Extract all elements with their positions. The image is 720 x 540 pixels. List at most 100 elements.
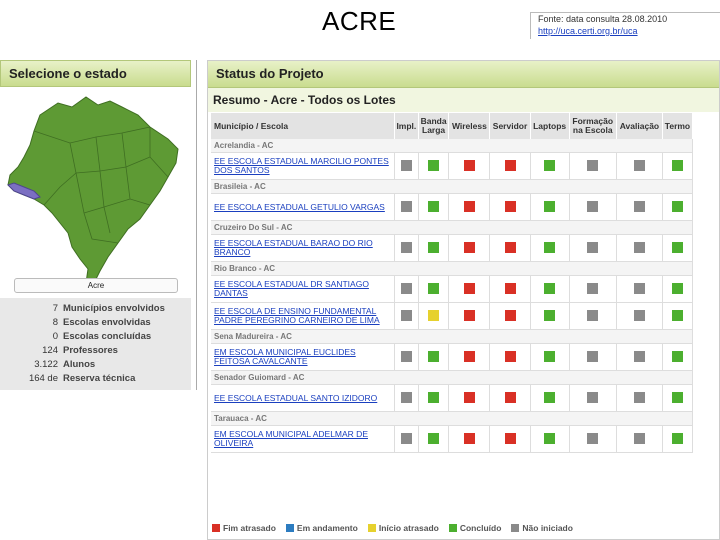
status-gray-indicator[interactable] <box>400 159 412 171</box>
status-gray-indicator[interactable] <box>400 309 412 321</box>
status-green-indicator[interactable] <box>544 309 556 321</box>
school-row: EE ESCOLA ESTADUAL DR SANTIAGO DANTAS <box>211 275 694 303</box>
status-gray-indicator[interactable] <box>633 159 645 171</box>
status-gray-indicator[interactable] <box>633 309 645 321</box>
legend-label: Início atrasado <box>378 523 439 533</box>
col-header-impl[interactable]: Impl. <box>394 113 419 139</box>
status-gray-indicator[interactable] <box>633 282 645 294</box>
status-gray-indicator[interactable] <box>587 432 599 444</box>
stat-label: Alunos <box>63 359 96 370</box>
status-green-indicator[interactable] <box>544 391 556 403</box>
slide-title: ACRE <box>322 6 397 36</box>
school-link[interactable]: EE ESCOLA ESTADUAL MARCILIO PONTES DOS S… <box>211 152 395 180</box>
status-red-indicator[interactable] <box>463 200 475 212</box>
status-gray-indicator[interactable] <box>587 200 599 212</box>
status-green-indicator[interactable] <box>428 159 440 171</box>
status-gray-indicator[interactable] <box>633 241 645 253</box>
stat-value: 0 <box>52 331 58 342</box>
status-gray-indicator[interactable] <box>400 241 412 253</box>
status-gray-indicator[interactable] <box>400 350 412 362</box>
status-green-indicator[interactable] <box>671 200 683 212</box>
school-link[interactable]: EE ESCOLA DE ENSINO FUNDAMENTAL PADRE PE… <box>211 302 395 330</box>
school-row: EE ESCOLA ESTADUAL SANTO IZIDORO <box>211 384 694 412</box>
status-green-indicator[interactable] <box>671 309 683 321</box>
status-green-indicator[interactable] <box>428 432 440 444</box>
source-link[interactable]: http://uca.certi.org.br/uca <box>538 25 720 37</box>
status-cell <box>489 152 531 180</box>
status-cell <box>418 425 450 453</box>
status-gray-indicator[interactable] <box>633 200 645 212</box>
brazil-map[interactable] <box>0 87 191 299</box>
status-green-indicator[interactable] <box>544 159 556 171</box>
status-gray-indicator[interactable] <box>587 391 599 403</box>
status-cell <box>662 234 694 262</box>
col-header-avaliacao[interactable]: Avaliação <box>616 113 663 139</box>
status-red-indicator[interactable] <box>463 309 475 321</box>
status-yellow-indicator[interactable] <box>428 309 440 321</box>
col-header-wireless[interactable]: Wireless <box>448 113 491 139</box>
status-red-indicator[interactable] <box>463 432 475 444</box>
status-legend: Fim atrasado Em andamento Início atrasado C… <box>212 523 573 533</box>
status-gray-indicator[interactable] <box>400 432 412 444</box>
status-red-indicator[interactable] <box>504 282 516 294</box>
col-header-formacao[interactable]: Formação na Escola <box>569 113 617 139</box>
status-cell <box>418 343 450 371</box>
school-link[interactable]: EE ESCOLA ESTADUAL BARAO DO RIO BRANCO <box>211 234 395 262</box>
col-header-servidor[interactable]: Servidor <box>489 113 531 139</box>
status-green-indicator[interactable] <box>671 432 683 444</box>
status-red-indicator[interactable] <box>504 432 516 444</box>
col-header-municipio[interactable]: Município / Escola <box>211 113 395 139</box>
status-gray-indicator[interactable] <box>633 432 645 444</box>
status-green-indicator[interactable] <box>428 241 440 253</box>
status-cell <box>394 193 419 221</box>
status-green-indicator[interactable] <box>544 350 556 362</box>
status-gray-indicator[interactable] <box>587 350 599 362</box>
status-green-indicator[interactable] <box>671 282 683 294</box>
status-gray-indicator[interactable] <box>587 241 599 253</box>
status-green-indicator[interactable] <box>544 241 556 253</box>
status-red-indicator[interactable] <box>504 350 516 362</box>
school-row: EM ESCOLA MUNICIPAL ADELMAR DE OLIVEIRA <box>211 425 694 453</box>
status-red-indicator[interactable] <box>463 282 475 294</box>
col-header-laptops[interactable]: Laptops <box>530 113 570 139</box>
status-green-indicator[interactable] <box>428 200 440 212</box>
status-gray-indicator[interactable] <box>400 391 412 403</box>
state-selector-panel: Selecione o estado Acre 7 Municípios env… <box>0 60 191 390</box>
col-header-termo[interactable]: Termo <box>662 113 694 139</box>
status-green-indicator[interactable] <box>671 159 683 171</box>
school-link[interactable]: EM ESCOLA MUNICIPAL EUCLIDES FEITOSA CAV… <box>211 343 395 371</box>
status-red-indicator[interactable] <box>463 350 475 362</box>
status-red-indicator[interactable] <box>504 309 516 321</box>
status-gray-indicator[interactable] <box>587 159 599 171</box>
status-red-indicator[interactable] <box>504 159 516 171</box>
status-green-indicator[interactable] <box>544 282 556 294</box>
status-gray-indicator[interactable] <box>587 309 599 321</box>
status-green-indicator[interactable] <box>428 350 440 362</box>
status-green-indicator[interactable] <box>544 200 556 212</box>
status-gray-indicator[interactable] <box>587 282 599 294</box>
school-link[interactable]: EE ESCOLA ESTADUAL GETULIO VARGAS <box>211 193 395 221</box>
school-link[interactable]: EM ESCOLA MUNICIPAL ADELMAR DE OLIVEIRA <box>211 425 395 453</box>
status-red-indicator[interactable] <box>504 391 516 403</box>
col-header-banda-larga[interactable]: Banda Larga <box>418 113 450 139</box>
status-gray-indicator[interactable] <box>633 391 645 403</box>
school-link[interactable]: EE ESCOLA ESTADUAL SANTO IZIDORO <box>211 384 395 412</box>
status-red-indicator[interactable] <box>463 159 475 171</box>
brazil-map-svg[interactable] <box>0 87 191 299</box>
status-red-indicator[interactable] <box>463 241 475 253</box>
status-red-indicator[interactable] <box>463 391 475 403</box>
status-gray-indicator[interactable] <box>400 282 412 294</box>
status-red-indicator[interactable] <box>504 200 516 212</box>
status-green-indicator[interactable] <box>671 350 683 362</box>
status-green-indicator[interactable] <box>671 241 683 253</box>
status-gray-indicator[interactable] <box>633 350 645 362</box>
status-green-indicator[interactable] <box>428 391 440 403</box>
status-gray-indicator[interactable] <box>400 200 412 212</box>
status-green-indicator[interactable] <box>544 432 556 444</box>
school-link[interactable]: EE ESCOLA ESTADUAL DR SANTIAGO DANTAS <box>211 275 395 303</box>
status-green-indicator[interactable] <box>671 391 683 403</box>
status-cell <box>662 275 694 303</box>
status-green-indicator[interactable] <box>428 282 440 294</box>
state-selector-title: Selecione o estado <box>0 60 191 87</box>
status-red-indicator[interactable] <box>504 241 516 253</box>
